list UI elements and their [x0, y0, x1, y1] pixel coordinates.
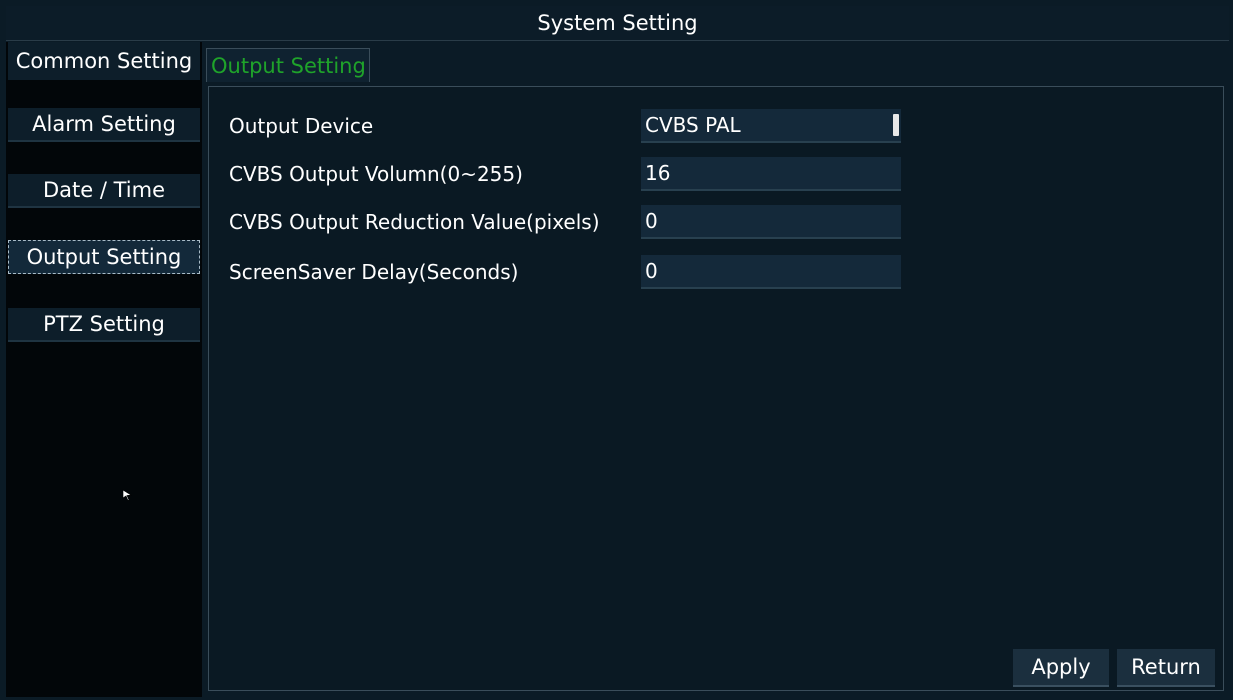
cvbs-volume-label: CVBS Output Volumn(0~255)	[229, 162, 523, 186]
cvbs-reduction-input[interactable]: 0	[641, 205, 901, 239]
sidebar-item-alarm-setting[interactable]: Alarm Setting	[8, 108, 200, 142]
output-device-select[interactable]: CVBS PAL	[641, 109, 901, 143]
cvbs-volume-input[interactable]: 16	[641, 157, 901, 191]
cvbs-reduction-label: CVBS Output Reduction Value(pixels)	[229, 210, 600, 234]
screensaver-delay-input[interactable]: 0	[641, 255, 901, 289]
return-button[interactable]: Return	[1117, 649, 1215, 687]
dropdown-arrow-icon[interactable]	[893, 114, 899, 136]
sidebar-item-output-setting[interactable]: Output Setting	[8, 240, 200, 274]
output-device-label: Output Device	[229, 114, 374, 138]
sidebar: Common Setting Alarm Setting Date / Time…	[6, 42, 202, 697]
sidebar-item-ptz-setting[interactable]: PTZ Setting	[8, 308, 200, 342]
sidebar-item-date-time[interactable]: Date / Time	[8, 174, 200, 208]
window-title: System Setting	[6, 6, 1229, 41]
screensaver-delay-label: ScreenSaver Delay(Seconds)	[229, 260, 519, 284]
sidebar-item-common-setting[interactable]: Common Setting	[8, 42, 200, 80]
output-settings-panel: Output Device CVBS PAL CVBS Output Volum…	[208, 86, 1224, 691]
tab-output-setting[interactable]: Output Setting	[206, 48, 370, 82]
system-setting-window: System Setting Common Setting Alarm Sett…	[0, 0, 1233, 700]
mouse-cursor-icon	[122, 489, 132, 501]
main-content: Output Setting Output Device CVBS PAL CV…	[204, 42, 1229, 697]
apply-button[interactable]: Apply	[1013, 649, 1109, 687]
output-device-value: CVBS PAL	[645, 113, 741, 137]
